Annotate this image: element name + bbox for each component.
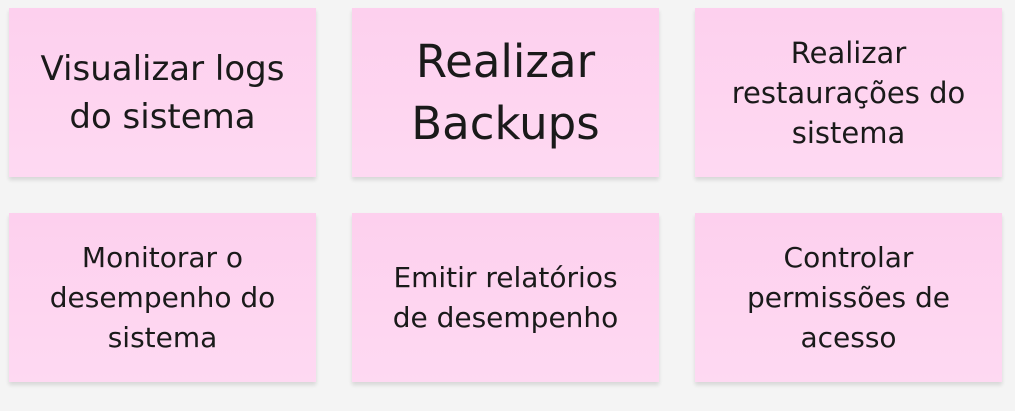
note-text-line: Visualizar logs (40, 48, 285, 89)
note-text-line: Controlar (783, 240, 914, 274)
sticky-note-realizar-backups[interactable]: Realizar Backups (352, 8, 659, 177)
note-text-line: sistema (107, 320, 218, 354)
note-text-line: Emitir relatórios (393, 260, 618, 294)
sticky-note-emitir-relatorios[interactable]: Emitir relatórios de desempenho (352, 213, 659, 382)
note-text-line: de desempenho (392, 300, 619, 334)
note-text-line: Realizar (790, 35, 907, 70)
sticky-note-controlar-permissoes[interactable]: Controlar permissões de acesso (695, 213, 1002, 382)
note-text-line: acesso (800, 320, 897, 354)
note-text-line: permissões de (746, 280, 951, 314)
note-text-line: Backups (411, 96, 600, 150)
sticky-note-visualizar-logs[interactable]: Visualizar logs do sistema (9, 8, 316, 177)
note-text-line: restaurações do (731, 75, 966, 110)
note-text-line: Realizar (415, 34, 596, 88)
sticky-note-monitorar-desempenho[interactable]: Monitorar o desempenho do sistema (9, 213, 316, 382)
note-text-line: do sistema (69, 96, 256, 137)
note-text-line: Monitorar o (81, 240, 244, 274)
note-text-line: desempenho do (49, 280, 276, 314)
note-text-line: sistema (791, 115, 906, 150)
sticky-note-realizar-restauracoes[interactable]: Realizar restaurações do sistema (695, 8, 1002, 177)
